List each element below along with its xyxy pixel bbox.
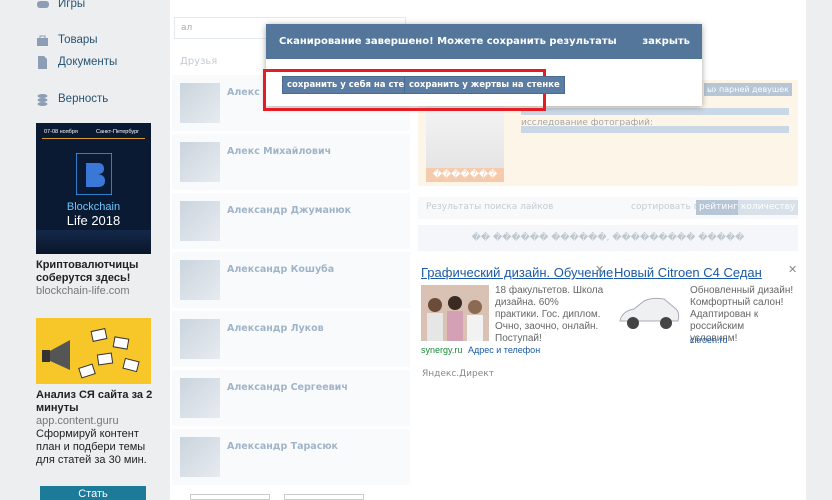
- yad-text: 18 факультетов. Школа дизайна. 60% практ…: [495, 285, 604, 344]
- progress-bar: [521, 126, 789, 133]
- nav-docs-label: Документы: [58, 56, 118, 68]
- divider: [42, 138, 145, 139]
- tag-chip[interactable]: девушек: [749, 83, 792, 96]
- content-ad-image[interactable]: [36, 318, 151, 384]
- content-ad-text[interactable]: Анализ СЯ сайта за 2 минуты app.content.…: [36, 389, 166, 467]
- car-image: [619, 297, 680, 329]
- avatar: [180, 83, 220, 123]
- megaphone-icon: [42, 328, 140, 379]
- photo-caption: �������: [426, 168, 504, 182]
- yad-photo: [421, 285, 489, 341]
- victim-photo: �������: [426, 102, 504, 182]
- nav-goods-label: Товары: [58, 34, 98, 46]
- tag-chip[interactable]: парней: [716, 83, 753, 96]
- ad-brand-line2: Life 2018: [66, 213, 121, 228]
- left-nav: Игры 1 Товары Документы Верность 07-08 н…: [0, 0, 190, 500]
- friend-row[interactable]: Александр Сергеевич: [172, 370, 410, 426]
- friend-row[interactable]: Алекс Михайлович: [172, 134, 410, 190]
- close-button[interactable]: закрыть: [642, 36, 690, 47]
- close-icon[interactable]: ✕: [788, 263, 797, 276]
- avatar: [180, 437, 220, 477]
- bottom-tab: [190, 494, 270, 500]
- sort-label: сортировать по: [631, 202, 706, 212]
- yad-title[interactable]: Графический дизайн. Обучение: [421, 265, 613, 280]
- progress-bar: [521, 108, 789, 115]
- ad-date: 07-08 ноября: [44, 129, 78, 135]
- become-button[interactable]: Стать: [40, 486, 146, 500]
- nav-loyalty-label: Верность: [58, 93, 109, 105]
- save-victim-wall-button[interactable]: сохранить у жертвы на стенке: [404, 76, 565, 94]
- sort-count-button[interactable]: количеству: [738, 200, 799, 215]
- yad-source[interactable]: synergy.ru: [421, 345, 462, 355]
- avatar: [180, 319, 220, 359]
- friend-name: Александр Джуманюк: [227, 205, 352, 216]
- blockchain-logo-icon: [76, 153, 112, 195]
- friend-name: Алекс Михайлович: [227, 146, 332, 157]
- ad-city: Санкт-Петербург: [96, 129, 140, 135]
- gamepad-icon: [36, 0, 49, 11]
- friend-row[interactable]: Александр Луков: [172, 311, 410, 367]
- friend-name: Александр Луков: [227, 323, 324, 334]
- ad-domain: blockchain-life.com: [36, 285, 130, 297]
- friend-name: Александр Тарасюк: [227, 441, 339, 452]
- load-more-bar[interactable]: �� ������ ������, ��������� �����: [418, 225, 798, 251]
- document-icon: [36, 55, 49, 69]
- friends-section-title: Друзья: [180, 56, 218, 67]
- friend-name: Александр Кошуба: [227, 264, 335, 275]
- modal-title: Сканирование завершено! Можете сохранить…: [279, 36, 617, 47]
- avatar: [180, 142, 220, 182]
- modal-header: Сканирование завершено! Можете сохранить…: [266, 24, 702, 59]
- blockchain-ad-text[interactable]: Криптовалютчицы соберутся здесь! blockch…: [36, 259, 166, 298]
- yad-citroen[interactable]: Новый Citroen C4 Седан ✕ Обновленный диз…: [614, 263, 798, 355]
- bottom-tab: [284, 494, 364, 500]
- yad-design[interactable]: Графический дизайн. Обучение ✕ 18 факуль…: [421, 263, 613, 355]
- ad-skyline: [36, 230, 151, 254]
- yad-address-link[interactable]: Адрес и телефон: [468, 345, 540, 355]
- bag-icon: [36, 34, 49, 47]
- friend-row[interactable]: Александр Джуманюк: [172, 193, 410, 249]
- blockchain-ad-image[interactable]: 07-08 ноября Санкт-Петербург Blockchain …: [36, 123, 151, 254]
- ad-title: Криптовалютчицы соберутся здесь!: [36, 259, 139, 284]
- yad-source[interactable]: citroen.ru: [690, 335, 728, 345]
- close-icon[interactable]: ✕: [595, 263, 604, 276]
- ad-description: Сформируй контент план и подбери темы дл…: [36, 428, 147, 466]
- friend-row[interactable]: Александр Кошуба: [172, 252, 410, 308]
- avatar: [180, 201, 220, 241]
- avatar: [180, 260, 220, 300]
- nav-games-label: Игры: [58, 0, 86, 10]
- avatar: [180, 378, 220, 418]
- scrollbar[interactable]: [806, 0, 832, 500]
- ad-title: Анализ СЯ сайта за 2 минуты: [36, 389, 153, 414]
- likes-header: Результаты поиска лайков сортировать по …: [418, 197, 799, 219]
- yandex-direct-label[interactable]: Яндекс.Директ: [422, 369, 494, 379]
- ad-domain: app.content.guru: [36, 415, 119, 427]
- friend-name: Александр Сергеевич: [227, 382, 348, 393]
- yad-title[interactable]: Новый Citroen C4 Седан: [614, 265, 798, 280]
- likes-title: Результаты поиска лайков: [426, 202, 554, 212]
- coins-icon: [36, 93, 49, 106]
- friend-row[interactable]: Александр Тарасюк: [172, 429, 410, 485]
- ad-brand-line1: Blockchain: [66, 201, 121, 213]
